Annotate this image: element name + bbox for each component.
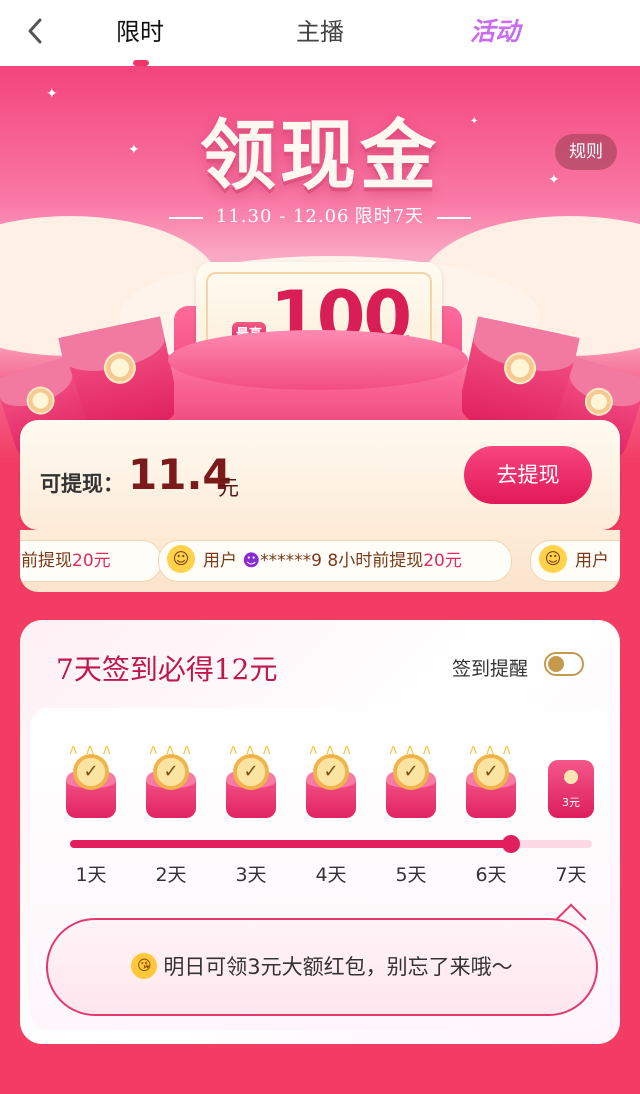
tip-text: 明日可领3元大额红包，别忘了来哦～ <box>163 955 513 979</box>
day-label: 2天 <box>155 864 187 886</box>
signin-title: 7天签到必得12元 <box>56 653 278 686</box>
duration-label: 限时7天 <box>354 206 425 227</box>
day-label: 4天 <box>315 864 347 886</box>
tomorrow-tip: 😘 明日可领3元大额红包，别忘了来哦～ <box>46 918 598 1016</box>
withdrawable-label: 可提现： <box>40 472 124 496</box>
signin-progress-bar <box>70 835 592 853</box>
check-icon: ✓ <box>153 754 189 790</box>
check-icon: ✓ <box>393 754 429 790</box>
active-tab-indicator <box>133 60 149 66</box>
ticker-text: 8小时前提现 <box>327 551 424 571</box>
day-label: 1天 <box>75 864 107 886</box>
signin-card: 7天签到必得12元 签到提醒 ʌ ʌ ʌ ✓ ʌ ʌ ʌ ✓ ʌ ʌ ʌ ✓ ʌ ʌ … <box>20 620 620 1044</box>
reminder-label: 签到提醒 <box>452 658 529 680</box>
day-3-reward: ʌ ʌ ʌ ✓ <box>226 742 276 818</box>
check-icon: ✓ <box>233 754 269 790</box>
user-avatar: ☺ <box>167 545 195 573</box>
ticker-user-prefix: 用户 <box>203 551 237 571</box>
signin-progress-area: ʌ ʌ ʌ ✓ ʌ ʌ ʌ ✓ ʌ ʌ ʌ ✓ ʌ ʌ ʌ ✓ ʌ ʌ ʌ ✓ ʌ ʌ ʌ… <box>30 708 610 1030</box>
day-1-reward: ʌ ʌ ʌ ✓ <box>66 742 116 818</box>
ticker-amount: 20元 <box>423 551 462 571</box>
day-4-reward: ʌ ʌ ʌ ✓ <box>306 742 356 818</box>
back-arrow-icon[interactable] <box>22 14 50 48</box>
withdrawable-amount: 11.4 <box>128 450 232 499</box>
devil-emoji-icon: ☻ <box>242 551 261 571</box>
hero-title: 领现金 <box>200 111 440 200</box>
day-label: 3天 <box>235 864 267 886</box>
withdrawable-unit: 元 <box>218 476 239 500</box>
reminder-toggle[interactable] <box>544 652 584 676</box>
withdraw-ticker: 前提现20元 ☺ 用户 ☻******9 8小时前提现20元 ☺ 用户 <box>20 530 620 592</box>
user-avatar: ☺ <box>539 545 567 573</box>
day-6-reward: ʌ ʌ ʌ ✓ <box>466 742 516 818</box>
check-icon: ✓ <box>73 754 109 790</box>
kiss-emoji-icon: 😘 <box>131 953 158 979</box>
day-7-amount: 3元 <box>562 796 580 809</box>
withdraw-button[interactable]: 去提现 <box>464 446 592 504</box>
day-label: 5天 <box>395 864 427 886</box>
divider <box>437 216 472 219</box>
tab-activity[interactable]: 活动 <box>470 12 520 48</box>
check-icon: ✓ <box>473 754 509 790</box>
hero-date-row: 11.30 - 12.06 限时7天 <box>0 202 640 228</box>
ticker-item: ☺ 用户 <box>530 540 620 582</box>
red-envelope-icon: 3元 <box>548 760 594 818</box>
day-label: 6天 <box>475 864 507 886</box>
ticker-item: 前提现20元 <box>20 540 162 582</box>
withdraw-card: 可提现： 11.4 元 去提现 <box>20 420 620 530</box>
ticker-item: ☺ 用户 ☻******9 8小时前提现20元 <box>158 540 512 582</box>
divider <box>168 216 203 219</box>
ticker-user-prefix: 用户 <box>575 551 609 571</box>
ticker-text: 前提现 <box>21 551 72 571</box>
check-icon: ✓ <box>313 754 349 790</box>
ticker-user: ******9 <box>260 551 322 571</box>
ticker-amount: 20元 <box>72 551 111 571</box>
day-5-reward: ʌ ʌ ʌ ✓ <box>386 742 436 818</box>
progress-dot <box>502 835 520 853</box>
progress-fill <box>70 840 511 848</box>
tab-limited-time[interactable]: 限时 <box>116 12 164 47</box>
top-nav: 限时 主播 活动 <box>0 0 640 66</box>
date-range: 11.30 - 12.06 <box>215 206 350 227</box>
tab-anchor[interactable]: 主播 <box>296 12 344 47</box>
rules-button[interactable]: 规则 <box>555 134 617 170</box>
day-2-reward: ʌ ʌ ʌ ✓ <box>146 742 196 818</box>
day-label: 7天 <box>555 864 587 886</box>
day-7-reward: 3元 <box>546 752 596 818</box>
